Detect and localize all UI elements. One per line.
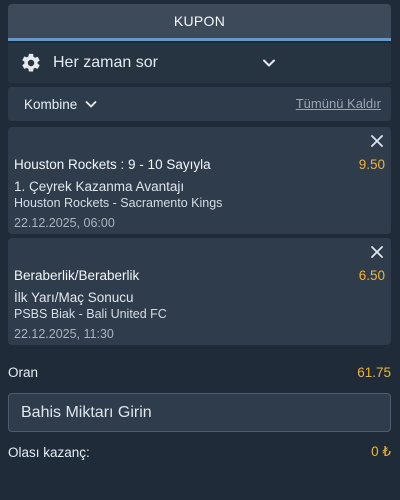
- clear-all-link[interactable]: Tümünü Kaldır: [296, 96, 381, 111]
- stake-amount-input[interactable]: [8, 393, 391, 432]
- bet-type-row: Kombine Tümünü Kaldır: [8, 87, 391, 121]
- close-icon[interactable]: [369, 133, 385, 149]
- odds-change-label: Her zaman sor: [53, 54, 158, 71]
- bet-odds: 9.50: [358, 157, 385, 172]
- chevron-down-icon[interactable]: [85, 98, 97, 110]
- bet-date: 22.12.2025, 11:30: [14, 327, 114, 341]
- close-icon[interactable]: [369, 244, 385, 260]
- bet-card: Houston Rockets : 9 - 10 Sayıyla 9.50 1.…: [8, 127, 391, 234]
- coupon-header: KUPON: [8, 4, 391, 38]
- potential-winnings-label: Olası kazanç:: [8, 444, 90, 460]
- bet-type-selector[interactable]: Kombine: [24, 97, 77, 112]
- odds-change-dropdown[interactable]: Her zaman sor: [8, 43, 391, 83]
- bet-market: İlk Yarı/Maç Sonucu: [14, 290, 134, 305]
- bet-selection: Houston Rockets : 9 - 10 Sayıyla: [14, 157, 211, 172]
- bet-match: PSBS Biak - Bali United FC: [14, 307, 167, 321]
- potential-winnings-value: 0 ₺: [371, 444, 391, 459]
- total-odds-row: Oran 61.75: [8, 362, 391, 382]
- bet-selection: Beraberlik/Beraberlik: [14, 268, 140, 283]
- gear-icon: [22, 53, 40, 72]
- bet-card: Beraberlik/Beraberlik 6.50 İlk Yarı/Maç …: [8, 238, 391, 345]
- chevron-down-icon: [263, 59, 275, 67]
- bet-match: Houston Rockets - Sacramento Kings: [14, 196, 223, 210]
- total-odds-label: Oran: [8, 364, 39, 380]
- header-underline: [8, 38, 391, 41]
- bet-market: 1. Çeyrek Kazanma Avantajı: [14, 179, 185, 194]
- bet-date: 22.12.2025, 06:00: [14, 216, 115, 230]
- bet-odds: 6.50: [358, 268, 385, 283]
- total-odds-value: 61.75: [357, 364, 391, 380]
- potential-winnings-row: Olası kazanç: 0 ₺: [8, 442, 391, 462]
- coupon-title: KUPON: [173, 13, 226, 29]
